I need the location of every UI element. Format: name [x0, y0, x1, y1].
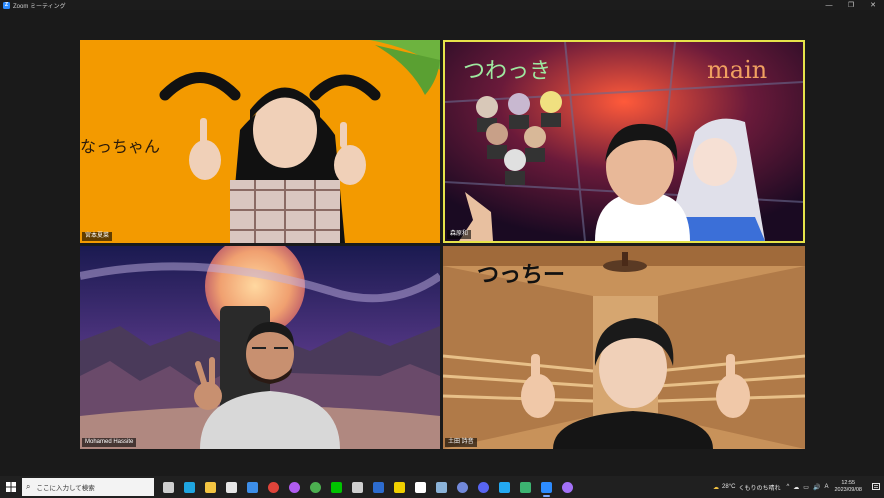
- window-controls: — ❐ ✕: [818, 0, 884, 10]
- system-tray: ☁ 28°C くもりのち晴れ ^ ☁ ▭ 🔊 A 12:55 2023/09/0…: [713, 476, 884, 498]
- taskbar-app-edge[interactable]: [179, 476, 200, 498]
- volume-icon[interactable]: 🔊: [813, 484, 820, 491]
- zoom-icon: [541, 481, 552, 493]
- tray-icons: ^ ☁ ▭ 🔊 A: [786, 484, 828, 491]
- line-icon: [331, 481, 342, 493]
- taskbar-app-app-green[interactable]: [515, 476, 536, 498]
- taskbar-app-chrome[interactable]: [263, 476, 284, 498]
- taskbar-app-app-blue[interactable]: [368, 476, 389, 498]
- participant-name-1: 宮本夏菜: [82, 232, 113, 241]
- overlay-text-4: つっちー: [477, 263, 565, 288]
- vscode-icon: [499, 481, 510, 493]
- taskbar-app-discord[interactable]: [473, 476, 494, 498]
- taskbar-app-calendar[interactable]: [221, 476, 242, 498]
- show-hidden-icons-icon[interactable]: ^: [786, 484, 789, 490]
- video-tile-2-active-speaker[interactable]: つわっき main 森原和: [443, 40, 805, 243]
- participant-name-4: 土田 詩音: [445, 438, 477, 447]
- title-bar: Z Zoom ミーティング — ❐ ✕: [0, 0, 884, 10]
- taskbar-app-line[interactable]: [326, 476, 347, 498]
- chrome-2-icon: [310, 481, 321, 493]
- taskbar-app-app-dark[interactable]: [347, 476, 368, 498]
- video-tile-4[interactable]: つっちー 土田 詩音: [443, 246, 805, 449]
- file-explorer-icon: [205, 481, 216, 493]
- gallery-view: なっちゃん 宮本夏菜 つわっき main 森原和 Mohamed Hassite…: [0, 10, 884, 476]
- close-button[interactable]: ✕: [862, 0, 884, 10]
- calendar-icon: [226, 481, 237, 493]
- video-feed-4: つっちー: [443, 246, 805, 449]
- taskbar-app-chrome-2[interactable]: [305, 476, 326, 498]
- taskbar-app-zoom[interactable]: [536, 476, 557, 498]
- search-icon: ⌕: [26, 482, 31, 491]
- taskbar-app-app-purple[interactable]: [284, 476, 305, 498]
- network-icon[interactable]: ▭: [803, 484, 809, 491]
- zoom-logo-icon: Z: [3, 1, 10, 9]
- taskbar-app-sticky[interactable]: [389, 476, 410, 498]
- clock-time: 12:55: [841, 480, 856, 486]
- app-purple-icon: [289, 481, 300, 493]
- taskbar-app-task-view[interactable]: [158, 476, 179, 498]
- restore-button[interactable]: ❐: [840, 0, 862, 10]
- weather-widget[interactable]: ☁ 28°C くもりのち晴れ: [713, 483, 780, 492]
- clock[interactable]: 12:55 2023/09/08: [834, 480, 862, 494]
- windows-taskbar: ⌕ ここに入力して検索 ☁ 28°C くもりのち晴れ ^ ☁ ▭ 🔊 A 12:…: [0, 476, 884, 498]
- overlay-text-1: なっちゃん: [80, 137, 160, 156]
- taskbar-app-discord-2[interactable]: [452, 476, 473, 498]
- weather-temp: 28°C: [722, 484, 736, 490]
- taskbar-search-box[interactable]: ⌕ ここに入力して検索: [22, 478, 154, 496]
- task-view-icon: [163, 481, 174, 493]
- sticky-icon: [394, 481, 405, 493]
- cloud-sun-icon: ☁: [713, 484, 720, 491]
- taskbar-app-vscode[interactable]: [494, 476, 515, 498]
- search-placeholder: ここに入力して検索: [36, 485, 95, 492]
- windows-logo-icon: [6, 482, 16, 492]
- clock-date: 2023/09/08: [834, 487, 862, 493]
- taskbar-app-notion[interactable]: [410, 476, 431, 498]
- app-img-icon: [436, 481, 447, 493]
- weather-desc: くもりのち晴れ: [738, 485, 781, 492]
- taskbar-app-github[interactable]: [557, 476, 578, 498]
- window-title: Zoom ミーティング: [13, 3, 66, 10]
- overlay-text-2b: main: [707, 56, 767, 84]
- taskbar-app-mail[interactable]: [242, 476, 263, 498]
- video-feed-1: なっちゃん: [80, 40, 440, 243]
- discord-2-icon: [457, 481, 468, 493]
- taskbar-app-app-img[interactable]: [431, 476, 452, 498]
- notification-center-button[interactable]: [868, 483, 884, 491]
- github-icon: [562, 481, 573, 493]
- video-tile-3[interactable]: Mohamed Hassite: [80, 246, 440, 449]
- video-feed-3: [80, 246, 440, 449]
- onedrive-icon[interactable]: ☁: [793, 484, 799, 491]
- app-green-icon: [520, 481, 531, 493]
- chrome-icon: [268, 481, 279, 493]
- participant-name-2: 森原和: [447, 230, 472, 239]
- mail-icon: [247, 481, 258, 493]
- app-dark-icon: [352, 481, 363, 493]
- notification-icon: [872, 483, 880, 490]
- app-blue-icon: [373, 481, 384, 493]
- ime-icon[interactable]: A: [824, 484, 828, 490]
- video-tile-1[interactable]: なっちゃん 宮本夏菜: [80, 40, 440, 243]
- notion-icon: [415, 481, 426, 493]
- minimize-button[interactable]: —: [818, 0, 840, 10]
- taskbar-app-icons: [158, 476, 578, 498]
- start-button[interactable]: [0, 476, 22, 498]
- video-feed-2: つわっき main: [445, 42, 803, 241]
- discord-icon: [478, 481, 489, 493]
- participant-name-3: Mohamed Hassite: [82, 438, 137, 447]
- overlay-text-2: つわっき: [463, 59, 551, 84]
- taskbar-app-file-explorer[interactable]: [200, 476, 221, 498]
- edge-icon: [184, 481, 195, 493]
